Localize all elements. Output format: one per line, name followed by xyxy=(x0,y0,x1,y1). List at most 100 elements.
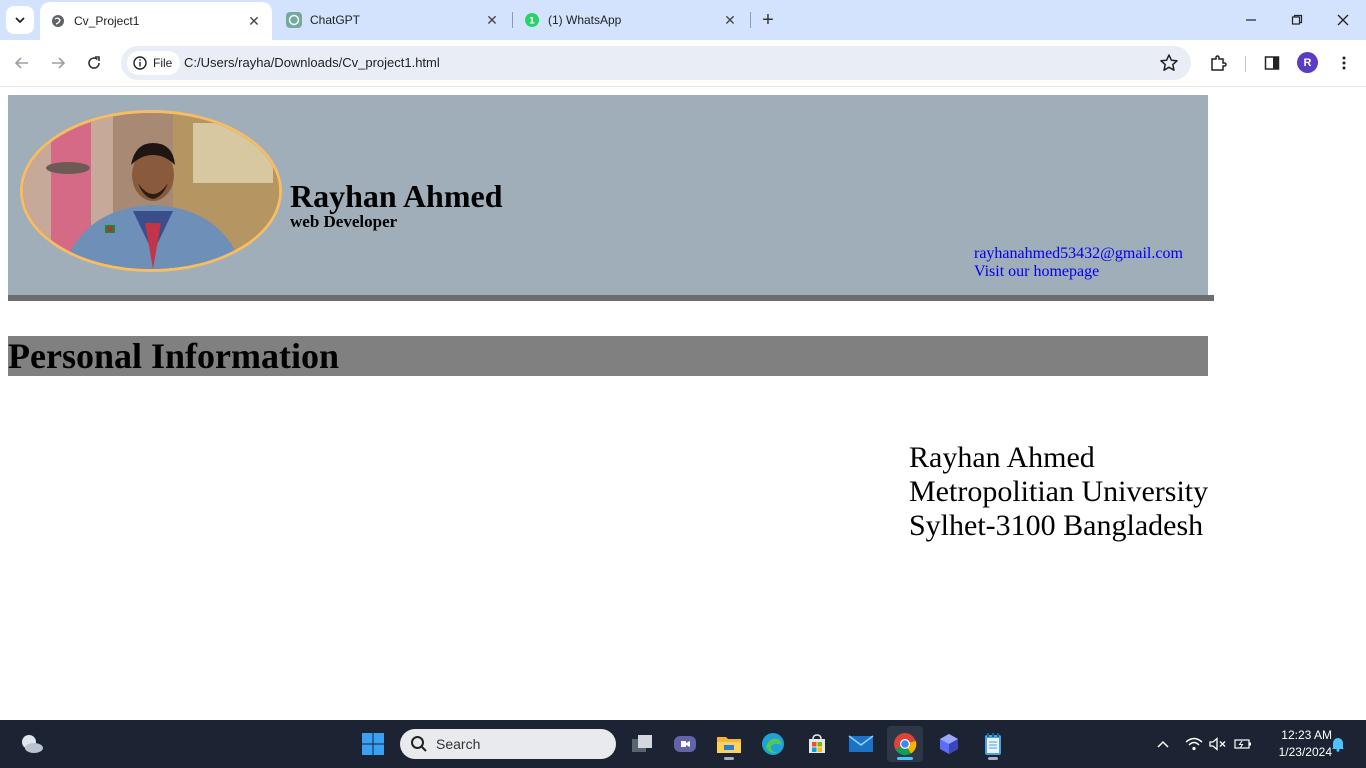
mail-app[interactable] xyxy=(843,726,879,762)
cv-header: Rayhan Ahmed web Developer rayhanahmed53… xyxy=(8,95,1208,295)
svg-text:1: 1 xyxy=(529,17,535,27)
clock-time: 12:23 AM xyxy=(1281,728,1332,742)
search-placeholder: Search xyxy=(436,736,481,752)
system-clock[interactable]: 12:23 AM 1/23/2024 xyxy=(1262,727,1332,761)
search-icon xyxy=(411,736,427,752)
tab-title: Cv_Project1 xyxy=(74,14,140,28)
info-icon xyxy=(133,56,147,70)
task-view-icon xyxy=(632,735,652,752)
header-bottom-border xyxy=(8,295,1214,301)
tab-separator xyxy=(512,12,513,28)
more-vert-icon xyxy=(1342,56,1346,70)
tab-chatgpt[interactable]: ChatGPT ✕ xyxy=(276,0,510,40)
profile-photo xyxy=(20,110,282,272)
address-line-city: Sylhet-3100 Bangladesh xyxy=(909,509,1204,542)
store-icon xyxy=(809,734,825,753)
notepad-icon xyxy=(985,733,1001,755)
browser-toolbar: File C:/Users/rayha/Downloads/Cv_project… xyxy=(0,40,1366,87)
running-indicator xyxy=(988,757,998,760)
edge-app[interactable] xyxy=(755,726,791,762)
chrome-app[interactable] xyxy=(887,726,923,762)
tab-title: ChatGPT xyxy=(310,13,361,27)
back-button[interactable] xyxy=(10,51,34,75)
reload-button[interactable] xyxy=(82,51,106,75)
wifi-status[interactable] xyxy=(1184,734,1204,754)
weather-widget[interactable] xyxy=(14,726,50,762)
bell-icon xyxy=(1332,738,1344,752)
side-panel-button[interactable] xyxy=(1260,51,1284,75)
teams-app[interactable] xyxy=(667,726,703,762)
tab-title: (1) WhatsApp xyxy=(548,13,622,27)
tab-cv-project[interactable]: Cv_Project1 ✕ xyxy=(40,2,272,40)
cloud-moon-icon xyxy=(22,735,43,753)
chrome-icon xyxy=(894,733,917,756)
battery-status[interactable] xyxy=(1233,734,1253,754)
new-tab-button[interactable]: + xyxy=(756,8,780,32)
app-cube-icon xyxy=(940,734,958,754)
running-indicator xyxy=(897,757,913,760)
profile-photo-image xyxy=(23,113,279,269)
close-tab-icon[interactable]: ✕ xyxy=(246,13,262,29)
browser-tab-strip: Cv_Project1 ✕ ChatGPT ✕ 1 (1) WhatsApp ✕… xyxy=(0,0,1366,40)
bookmark-star-icon[interactable] xyxy=(1159,53,1179,73)
arrow-right-icon xyxy=(52,57,66,69)
minimize-icon xyxy=(1246,19,1256,21)
extensions-button[interactable] xyxy=(1206,51,1230,75)
show-hidden-icons-button[interactable] xyxy=(1153,734,1173,754)
wifi-icon xyxy=(1185,737,1203,751)
restore-button[interactable] xyxy=(1285,8,1309,32)
store-app[interactable] xyxy=(799,726,835,762)
chatgpt-icon xyxy=(286,12,302,28)
video-chat-icon xyxy=(674,736,696,752)
tab-separator xyxy=(750,12,751,28)
site-info-label: File xyxy=(153,56,173,70)
address-line-name: Rayhan Ahmed xyxy=(909,441,1095,474)
profile-avatar[interactable]: R xyxy=(1297,52,1318,73)
start-button[interactable] xyxy=(355,726,391,762)
address-block: Rayhan Ahmed Metropolitian University Sy… xyxy=(909,441,1208,543)
tab-search-button[interactable] xyxy=(6,6,34,34)
folder-icon xyxy=(717,737,741,753)
notifications-button[interactable] xyxy=(1328,734,1348,754)
tab-whatsapp[interactable]: 1 (1) WhatsApp ✕ xyxy=(514,0,748,40)
mail-icon xyxy=(848,735,874,752)
chevron-up-icon xyxy=(1157,740,1169,748)
cv-role: web Developer xyxy=(290,212,398,231)
close-icon xyxy=(1337,14,1349,26)
url-text[interactable]: C:/Users/rayha/Downloads/Cv_project1.htm… xyxy=(184,55,440,70)
puzzle-icon xyxy=(1211,55,1227,71)
running-indicator xyxy=(724,757,734,760)
vscode-like-app[interactable] xyxy=(931,726,967,762)
close-tab-icon[interactable]: ✕ xyxy=(484,12,500,28)
taskbar-search[interactable]: Search xyxy=(400,729,616,759)
site-info-chip[interactable]: File xyxy=(127,51,181,75)
edge-icon xyxy=(762,733,784,755)
restore-icon xyxy=(1291,14,1303,25)
browser-menu-button[interactable] xyxy=(1332,51,1356,75)
battery-charging-icon xyxy=(1234,739,1251,749)
close-tab-icon[interactable]: ✕ xyxy=(722,12,738,28)
file-explorer-app[interactable] xyxy=(711,726,747,762)
section-heading: Personal Information xyxy=(8,336,339,376)
globe-icon xyxy=(50,13,66,29)
homepage-link[interactable]: Visit our homepage xyxy=(974,263,1099,281)
task-view-button[interactable] xyxy=(624,726,660,762)
personal-info-section: Personal Information xyxy=(8,336,1208,376)
clock-date: 1/23/2024 xyxy=(1278,745,1332,759)
toolbar-divider xyxy=(1245,56,1246,72)
email-link[interactable]: rayhanahmed53432@gmail.com xyxy=(974,245,1183,263)
windows-taskbar: Search 12:23 AM 1/23/2024 xyxy=(0,720,1366,768)
chevron-down-icon xyxy=(15,17,25,24)
address-bar[interactable]: File C:/Users/rayha/Downloads/Cv_project… xyxy=(121,46,1191,80)
forward-button[interactable] xyxy=(46,51,70,75)
minimize-button[interactable] xyxy=(1239,8,1263,32)
cv-page: Rayhan Ahmed web Developer rayhanahmed53… xyxy=(0,87,1366,720)
arrow-left-icon xyxy=(14,57,28,69)
reload-icon xyxy=(88,56,100,69)
side-panel-icon xyxy=(1264,56,1280,70)
close-window-button[interactable] xyxy=(1331,8,1355,32)
volume-status[interactable] xyxy=(1208,734,1228,754)
whatsapp-icon: 1 xyxy=(524,12,540,28)
cv-name: Rayhan Ahmed xyxy=(290,178,503,214)
notepad-app[interactable] xyxy=(975,726,1011,762)
